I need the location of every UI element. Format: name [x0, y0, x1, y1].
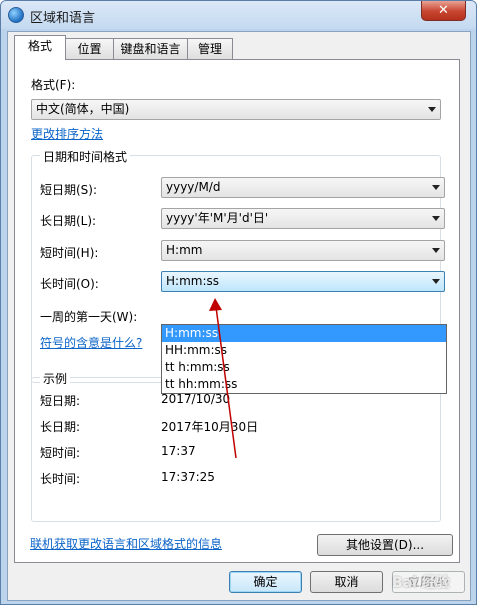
example-label: 短日期: [40, 394, 81, 408]
example-value: 17:37:25 [161, 470, 215, 484]
long-date-label: 长日期(L): [40, 214, 97, 228]
long-time-option[interactable]: H:mm:ss [162, 325, 446, 342]
long-time-value: H:mm:ss [166, 274, 219, 288]
chevron-down-icon [432, 216, 440, 221]
close-icon: ✕ [438, 3, 449, 18]
cancel-button[interactable]: 取消 [310, 571, 383, 593]
long-time-label: 长时间(O): [40, 277, 99, 291]
example-label: 长日期: [40, 420, 81, 434]
example-label: 长时间: [40, 472, 81, 486]
dialog-client: 格式 位置 键盘和语言 管理 格式(F): 中文(简体，中国) 更改排序方法 日… [7, 31, 471, 601]
short-time-value: H:mm [166, 243, 203, 257]
format-select-value: 中文(简体，中国) [36, 102, 130, 116]
title-bar[interactable]: 区域和语言 ✕ [1, 1, 476, 29]
other-settings-button[interactable]: 其他设置(D)... [317, 534, 453, 556]
tab-administrative[interactable]: 管理 [187, 38, 233, 59]
example-value: 2017/10/30 [161, 392, 231, 406]
long-time-option[interactable]: tt hh:mm:ss [162, 376, 446, 393]
close-button[interactable]: ✕ [421, 1, 466, 21]
short-date-select[interactable]: yyyy/M/d [161, 177, 445, 198]
example-value: 2017年10月30日 [161, 420, 259, 434]
change-sort-link[interactable]: 更改排序方法 [31, 125, 103, 142]
example-label: 短时间: [40, 446, 81, 460]
datetime-group-title: 日期和时间格式 [40, 148, 131, 165]
first-day-label: 一周的第一天(W): [40, 310, 138, 324]
window-title: 区域和语言 [30, 11, 96, 26]
format-label: 格式(F): [31, 78, 76, 92]
format-tab-panel: 格式(F): 中文(简体，中国) 更改排序方法 日期和时间格式 短日期(S): … [14, 59, 460, 563]
short-time-label: 短时间(H): [40, 246, 99, 260]
watermark: Bai 经验 [392, 575, 450, 591]
notation-link[interactable]: 符号的含意是什么? [40, 334, 142, 351]
example-value: 17:37 [161, 444, 196, 458]
online-info-link[interactable]: 联机获取更改语言和区域格式的信息 [30, 535, 222, 552]
short-date-label: 短日期(S): [40, 183, 98, 197]
long-time-dropdown-list: H:mm:ss HH:mm:ss tt h:mm:ss tt hh:mm:ss [161, 324, 447, 394]
long-time-option[interactable]: tt h:mm:ss [162, 359, 446, 376]
tab-format[interactable]: 格式 [14, 35, 66, 60]
short-time-select[interactable]: H:mm [161, 240, 445, 261]
long-time-option[interactable]: HH:mm:ss [162, 342, 446, 359]
ok-button[interactable]: 确定 [229, 571, 302, 593]
short-date-value: yyyy/M/d [166, 180, 221, 194]
globe-icon [8, 7, 24, 23]
format-select[interactable]: 中文(简体，中国) [31, 99, 441, 120]
examples-group-title: 示例 [40, 370, 71, 387]
chevron-down-icon [432, 248, 440, 253]
long-date-value: yyyy'年'M'月'd'日' [166, 211, 269, 225]
chevron-down-icon [432, 279, 440, 284]
chevron-down-icon [432, 185, 440, 190]
long-time-select[interactable]: H:mm:ss [161, 271, 445, 292]
examples-group [31, 377, 441, 522]
region-language-window: 区域和语言 ✕ 格式 位置 键盘和语言 管理 格式(F): 中文(简体，中国) … [0, 0, 477, 605]
chevron-down-icon [428, 107, 436, 112]
tab-keyboards-languages[interactable]: 键盘和语言 [113, 38, 188, 59]
tab-location[interactable]: 位置 [65, 38, 114, 59]
long-date-select[interactable]: yyyy'年'M'月'd'日' [161, 208, 445, 229]
